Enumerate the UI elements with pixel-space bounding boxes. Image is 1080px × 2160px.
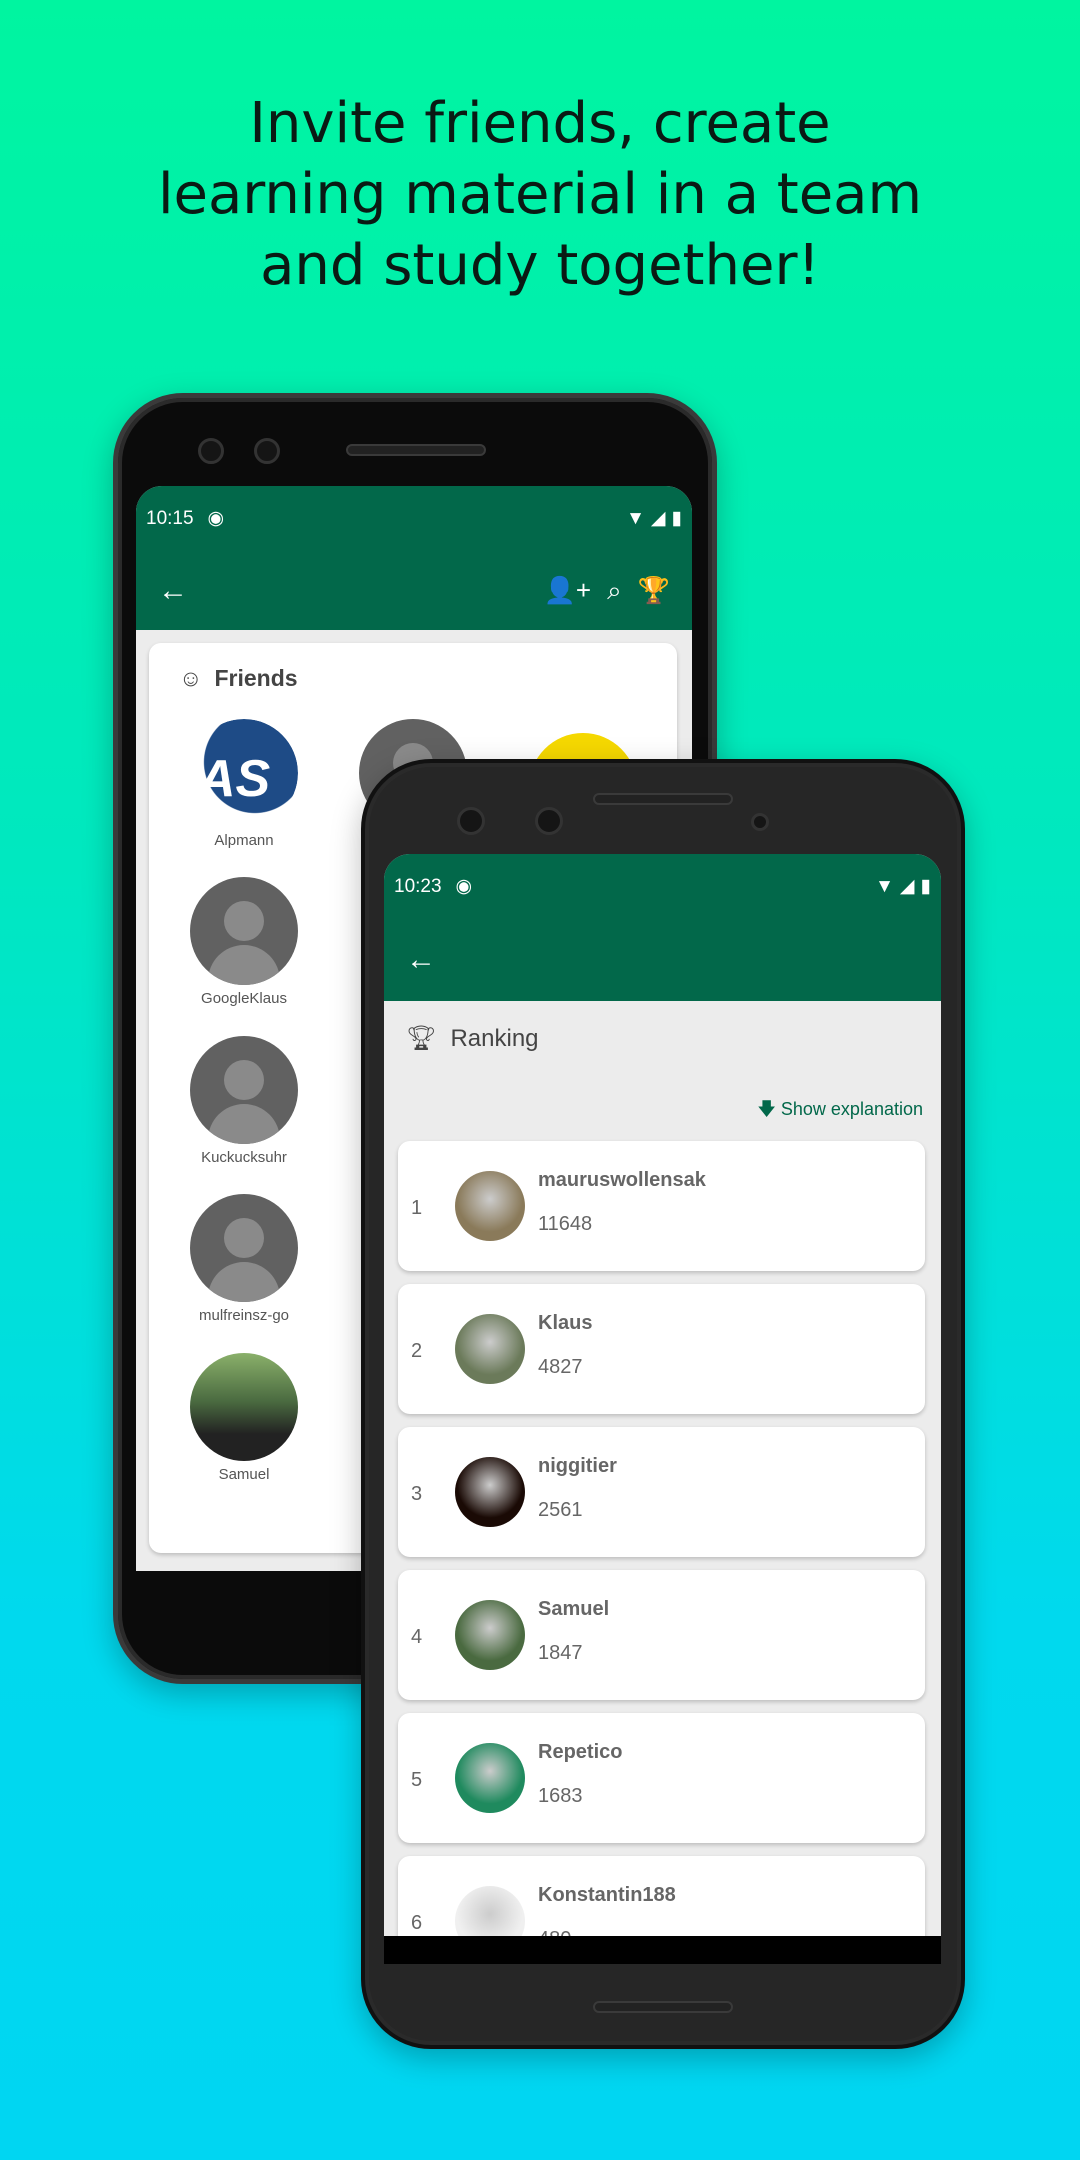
app-notification-icon: ◉ <box>207 508 225 529</box>
user-name: Samuel <box>538 1598 610 1620</box>
trophy-icon[interactable]: 🏆 <box>638 575 670 607</box>
wifi-icon: ▼ <box>875 875 894 897</box>
bottom-speaker <box>593 2001 733 2013</box>
smiley-icon: ☺ <box>179 665 203 691</box>
signal-icon: ◢ <box>650 508 666 529</box>
search-icon[interactable]: ⌕ <box>607 575 622 607</box>
show-explanation-link[interactable]: 🡇 Show explanation <box>757 1097 923 1127</box>
user-avatar <box>455 1600 525 1670</box>
camera <box>457 807 485 835</box>
user-score: 1847 <box>538 1642 583 1664</box>
wifi-icon: ▼ <box>626 507 645 529</box>
rank-number: 3 <box>411 1483 423 1505</box>
rank-number: 4 <box>411 1626 423 1648</box>
friend-name: mulfreinsz-go <box>198 1307 290 1324</box>
ranking-row[interactable]: 4 Samuel 1847 <box>398 1570 925 1700</box>
status-time: 10:15 <box>146 507 194 529</box>
user-score: 11648 <box>538 1213 593 1235</box>
friend-name: GoogleKlaus <box>201 990 287 1007</box>
ranking-row[interactable]: 3 niggitier 2561 <box>398 1427 925 1557</box>
trophy-icon: 🏆︎ <box>406 1025 437 1052</box>
speaker <box>593 793 733 805</box>
user-avatar <box>455 1314 525 1384</box>
camera <box>198 438 224 464</box>
friend-avatar[interactable] <box>190 877 298 985</box>
ranking-row[interactable]: 5 Repetico 1683 <box>398 1713 925 1843</box>
user-score: 1683 <box>538 1785 583 1807</box>
friend-avatar[interactable] <box>190 1194 298 1302</box>
toolbar: ← 👤+ ⌕ 🏆 <box>136 551 692 630</box>
ranking-title: Ranking <box>450 1024 539 1052</box>
battery-icon: ▮ <box>671 508 682 529</box>
user-score: 4827 <box>538 1356 583 1378</box>
add-friend-icon[interactable]: 👤+ <box>544 575 592 607</box>
user-name: Repetico <box>538 1741 623 1763</box>
user-name: Klaus <box>538 1312 593 1334</box>
status-bar: 10:15 ◉ ▼ ◢ ▮ <box>136 486 692 551</box>
arrow-down-icon: 🡇 <box>757 1099 781 1119</box>
rank-number: 2 <box>411 1340 423 1362</box>
navigation-bar <box>384 1936 941 1964</box>
proximity-sensor <box>751 813 769 831</box>
user-avatar <box>455 1171 525 1241</box>
friend-name: Kuckucksuhr <box>201 1149 287 1166</box>
friend-avatar-alpmann[interactable]: AS <box>190 719 298 827</box>
status-time: 10:23 <box>394 875 442 897</box>
sensor <box>254 438 280 464</box>
battery-icon: ▮ <box>920 876 931 897</box>
back-arrow-icon[interactable]: ← <box>158 574 188 608</box>
user-score: 2561 <box>538 1499 583 1521</box>
headline: Invite friends, create learning material… <box>157 91 923 298</box>
friends-title: Friends <box>214 665 298 691</box>
user-name: niggitier <box>538 1455 617 1477</box>
rank-number: 1 <box>411 1197 423 1219</box>
show-explanation-label: Show explanation <box>780 1099 923 1119</box>
back-arrow-icon[interactable]: ← <box>406 943 436 977</box>
user-name: Konstantin188 <box>538 1884 676 1906</box>
rank-number: 6 <box>411 1912 423 1934</box>
ranking-row[interactable]: 1 mauruswollensak 11648 <box>398 1141 925 1271</box>
user-name: mauruswollensak <box>538 1169 706 1191</box>
user-avatar <box>455 1743 525 1813</box>
speaker <box>346 444 486 456</box>
front-phone: 10:23 ◉ ▼ ◢ ▮ ← 🏆︎ Ranking 🡇 Show explanati… <box>361 759 965 2049</box>
toolbar: ← <box>384 919 941 1001</box>
app-notification-icon: ◉ <box>455 876 473 897</box>
sensor <box>535 807 563 835</box>
friend-avatar[interactable] <box>190 1353 298 1461</box>
friend-name: Samuel <box>218 1466 270 1483</box>
ranking-screen: 10:23 ◉ ▼ ◢ ▮ ← 🏆︎ Ranking 🡇 Show explanati… <box>384 854 941 1964</box>
ranking-row[interactable]: 2 Klaus 4827 <box>398 1284 925 1414</box>
user-avatar <box>455 1457 525 1527</box>
friend-avatar[interactable] <box>190 1036 298 1144</box>
rank-number: 5 <box>411 1769 423 1791</box>
status-bar: 10:23 ◉ ▼ ◢ ▮ <box>384 854 941 919</box>
signal-icon: ◢ <box>899 876 915 897</box>
friend-name: Alpmann <box>214 832 274 849</box>
